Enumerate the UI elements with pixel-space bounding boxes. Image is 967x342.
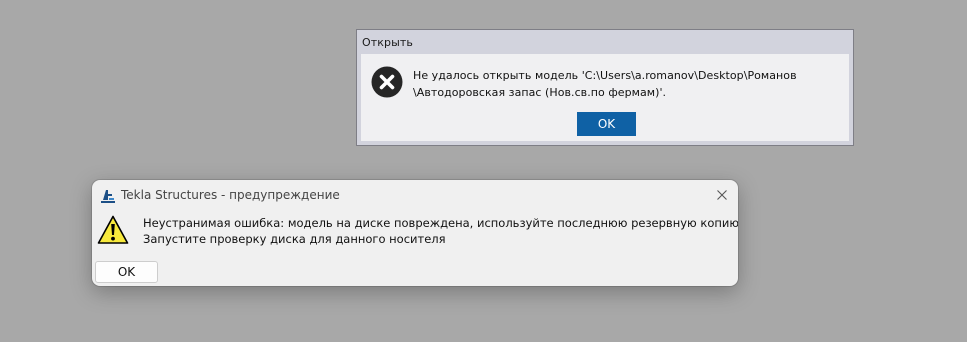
tekla-icon: [101, 190, 115, 203]
dialog-title: Открыть: [362, 36, 413, 49]
dialog-content: Не удалось открыть модель 'C:\Users\a.ro…: [361, 54, 849, 141]
error-message: Не удалось открыть модель 'C:\Users\a.ro…: [413, 67, 843, 101]
error-message-line-1: Не удалось открыть модель 'C:\Users\a.ro…: [413, 69, 797, 82]
tekla-warning-dialog: Tekla Structures - предупреждение Неустр…: [92, 180, 738, 286]
error-icon: [371, 66, 403, 98]
warning-message: Неустранимая ошибка: модель на диске пов…: [143, 215, 738, 247]
error-message-line-2: \Автодоровская запас (Нов.св.по фермам)'…: [413, 86, 667, 99]
ok-button[interactable]: OK: [95, 261, 158, 283]
title-bar[interactable]: Tekla Structures - предупреждение: [92, 180, 738, 210]
close-icon[interactable]: [714, 187, 730, 203]
open-error-dialog: Открыть Не удалось открыть модель 'C:\Us…: [356, 29, 854, 146]
warning-message-line-2: Запустите проверку диска для данного нос…: [143, 232, 446, 246]
ok-button[interactable]: OK: [577, 112, 636, 136]
warning-message-line-1: Неустранимая ошибка: модель на диске пов…: [143, 216, 738, 230]
warning-icon: [97, 215, 129, 244]
dialog-title: Tekla Structures - предупреждение: [121, 188, 340, 202]
